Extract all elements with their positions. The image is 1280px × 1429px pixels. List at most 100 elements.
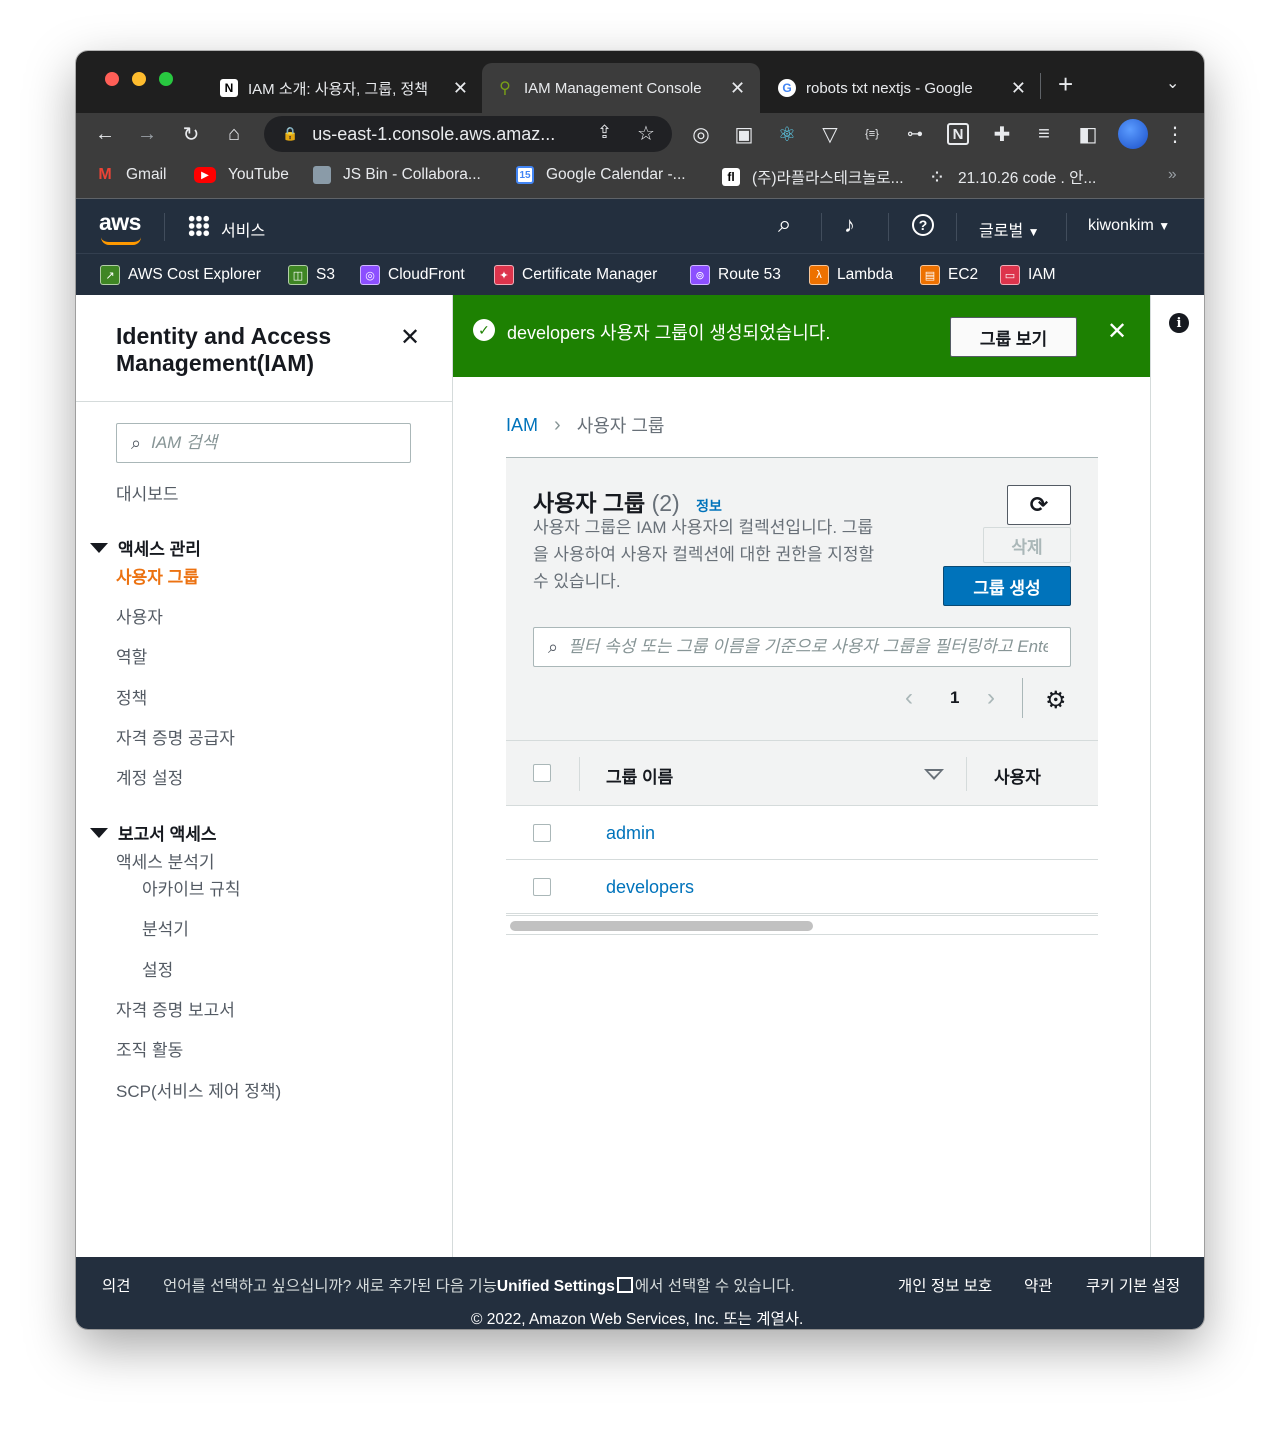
- favorite-route53[interactable]: ⊚ Route 53: [690, 265, 781, 285]
- bookmark-laplace[interactable]: fl (주)라플라스테크놀로...: [722, 166, 904, 188]
- profile-avatar[interactable]: [1118, 119, 1148, 149]
- favorite-iam[interactable]: ▭ IAM: [1000, 265, 1056, 285]
- services-menu[interactable]: 서비스: [221, 217, 265, 241]
- sort-descending-icon[interactable]: [924, 769, 944, 780]
- favorite-cost-explorer[interactable]: ↗ AWS Cost Explorer: [100, 265, 261, 285]
- react-devtools-icon[interactable]: ⚛: [774, 121, 800, 147]
- side-panel-icon[interactable]: ◧: [1075, 121, 1101, 147]
- favorite-cloudfront[interactable]: ◎ CloudFront: [360, 265, 465, 285]
- sidebar-item-access-analyzer[interactable]: 액세스 분석기: [116, 848, 215, 873]
- scrollbar-thumb[interactable]: [510, 921, 813, 931]
- vue-devtools-icon[interactable]: ▽: [817, 121, 843, 147]
- address-bar[interactable]: 🔒 us-east-1.console.aws.amaz... ⇪ ☆: [264, 116, 672, 152]
- close-tab-icon[interactable]: ✕: [453, 78, 468, 99]
- password-key-icon[interactable]: ⊶: [902, 121, 928, 147]
- media-controls-icon[interactable]: ≡: [1031, 121, 1057, 147]
- menu-dots-icon[interactable]: ⋮: [1162, 121, 1188, 147]
- back-icon[interactable]: ←: [92, 121, 118, 147]
- row-checkbox[interactable]: [533, 878, 551, 896]
- table-settings-gear-icon[interactable]: ⚙: [1045, 686, 1067, 715]
- refresh-button[interactable]: ⟳: [1007, 485, 1071, 525]
- select-all-checkbox[interactable]: [533, 764, 551, 782]
- bookmark-gmail[interactable]: M Gmail: [96, 166, 166, 184]
- tab-iam-console[interactable]: ⚲ IAM Management Console ✕: [482, 63, 760, 113]
- puzzle-extensions-icon[interactable]: ✚: [989, 121, 1015, 147]
- notion-extension-icon[interactable]: N: [947, 123, 969, 145]
- dismiss-flash-icon[interactable]: ✕: [1107, 317, 1127, 346]
- region-selector[interactable]: 글로벌 ▼: [979, 217, 1040, 241]
- breadcrumb-iam-link[interactable]: IAM: [506, 415, 538, 436]
- delete-button[interactable]: 삭제: [983, 527, 1071, 563]
- sidebar-item-user-groups[interactable]: 사용자 그룹: [116, 563, 199, 588]
- sidebar-item-organization-activity[interactable]: 조직 활동: [116, 1036, 183, 1061]
- group-name-link[interactable]: admin: [606, 823, 655, 844]
- share-icon[interactable]: ⇪: [597, 122, 612, 143]
- home-icon[interactable]: ⌂: [221, 121, 247, 147]
- favorite-certificate-manager[interactable]: ✦ Certificate Manager: [494, 265, 657, 285]
- bookmark-star-icon[interactable]: ☆: [637, 121, 655, 146]
- sidebar-section-access-management[interactable]: 액세스 관리: [90, 535, 201, 560]
- next-page-icon[interactable]: ›: [987, 684, 995, 712]
- sidebar-item-settings[interactable]: 설정: [142, 956, 173, 981]
- sidebar-item-users[interactable]: 사용자: [116, 603, 163, 628]
- bookmarks-overflow-icon[interactable]: »: [1168, 166, 1177, 184]
- extension-window-icon[interactable]: ▣: [731, 121, 757, 147]
- search-icon[interactable]: ⌕: [778, 211, 791, 239]
- zoom-window-button[interactable]: [159, 72, 173, 86]
- row-checkbox[interactable]: [533, 824, 551, 842]
- group-name-link[interactable]: developers: [606, 877, 694, 898]
- horizontal-scrollbar[interactable]: [506, 915, 1098, 935]
- favorite-lambda[interactable]: λ Lambda: [809, 265, 893, 285]
- bookmark-youtube[interactable]: ▶ YouTube: [194, 166, 289, 184]
- sidebar-item-credential-report[interactable]: 자격 증명 보고서: [116, 996, 235, 1021]
- close-tab-icon[interactable]: ✕: [730, 78, 745, 99]
- sidebar-section-access-reports[interactable]: 보고서 액세스: [90, 820, 217, 845]
- sidebar-item-identity-providers[interactable]: 자격 증명 공급자: [116, 724, 235, 749]
- account-menu[interactable]: kiwonkim ▼: [1088, 217, 1170, 235]
- notification-bell-icon[interactable]: ♪: [844, 212, 855, 238]
- help-panel-rail: i: [1150, 295, 1204, 1257]
- sidebar-item-dashboard[interactable]: 대시보드: [116, 480, 179, 505]
- current-page-number[interactable]: 1: [950, 688, 959, 708]
- aws-logo[interactable]: aws: [99, 209, 141, 245]
- services-grid-icon[interactable]: [188, 215, 210, 237]
- chevron-down-icon[interactable]: ⌄: [1166, 73, 1179, 93]
- cookie-preferences-link[interactable]: 쿠키 기본 설정: [1086, 1274, 1180, 1296]
- tab-iam-intro[interactable]: N IAM 소개: 사용자, 그룹, 정책 ✕: [206, 63, 482, 113]
- unified-settings-link[interactable]: Unified Settings: [497, 1278, 615, 1295]
- close-tab-icon[interactable]: ✕: [1011, 78, 1026, 99]
- sidebar-item-policies[interactable]: 정책: [116, 684, 147, 709]
- extension-target-icon[interactable]: ◎: [688, 121, 714, 147]
- tab-google-search[interactable]: G robots txt nextjs - Google ✕: [764, 63, 1040, 113]
- sidebar-item-scp[interactable]: SCP(서비스 제어 정책): [116, 1077, 281, 1102]
- bookmark-google-calendar[interactable]: 15 Google Calendar -...: [516, 166, 686, 184]
- close-sidebar-icon[interactable]: ✕: [400, 323, 420, 352]
- new-tab-icon[interactable]: +: [1058, 69, 1073, 100]
- sidebar-item-roles[interactable]: 역할: [116, 643, 147, 668]
- info-icon[interactable]: i: [1169, 313, 1189, 333]
- view-group-button[interactable]: 그룹 보기: [950, 317, 1077, 357]
- previous-page-icon[interactable]: ‹: [905, 684, 913, 712]
- bookmark-code[interactable]: ⁘ 21.10.26 code . 안...: [928, 166, 1096, 188]
- iam-search-input[interactable]: [151, 433, 382, 453]
- help-icon[interactable]: ?: [912, 214, 934, 236]
- minimize-window-button[interactable]: [132, 72, 146, 86]
- create-group-button[interactable]: 그룹 생성: [943, 566, 1071, 606]
- favorite-ec2[interactable]: ▤ EC2: [920, 265, 978, 285]
- privacy-link[interactable]: 개인 정보 보호: [898, 1274, 992, 1296]
- favorite-s3[interactable]: ◫ S3: [288, 265, 335, 285]
- sidebar-item-analyzers[interactable]: 분석기: [142, 915, 189, 940]
- reload-icon[interactable]: ↻: [178, 121, 204, 147]
- close-window-button[interactable]: [105, 72, 119, 86]
- terms-link[interactable]: 약관: [1024, 1274, 1053, 1296]
- json-viewer-icon[interactable]: {≡}: [859, 121, 885, 147]
- forward-icon[interactable]: →: [134, 121, 160, 147]
- bookmark-jsbin[interactable]: JS Bin - Collabora...: [313, 166, 481, 184]
- feedback-link[interactable]: 의견: [102, 1274, 131, 1296]
- sidebar-item-archive-rules[interactable]: 아카이브 규칙: [142, 875, 241, 900]
- group-filter-input[interactable]: [568, 637, 1049, 657]
- column-header-users[interactable]: 사용자: [994, 763, 1041, 788]
- sidebar-item-account-settings[interactable]: 계정 설정: [116, 764, 183, 789]
- info-link[interactable]: 정보: [696, 498, 722, 514]
- column-header-group-name[interactable]: 그룹 이름: [606, 763, 673, 788]
